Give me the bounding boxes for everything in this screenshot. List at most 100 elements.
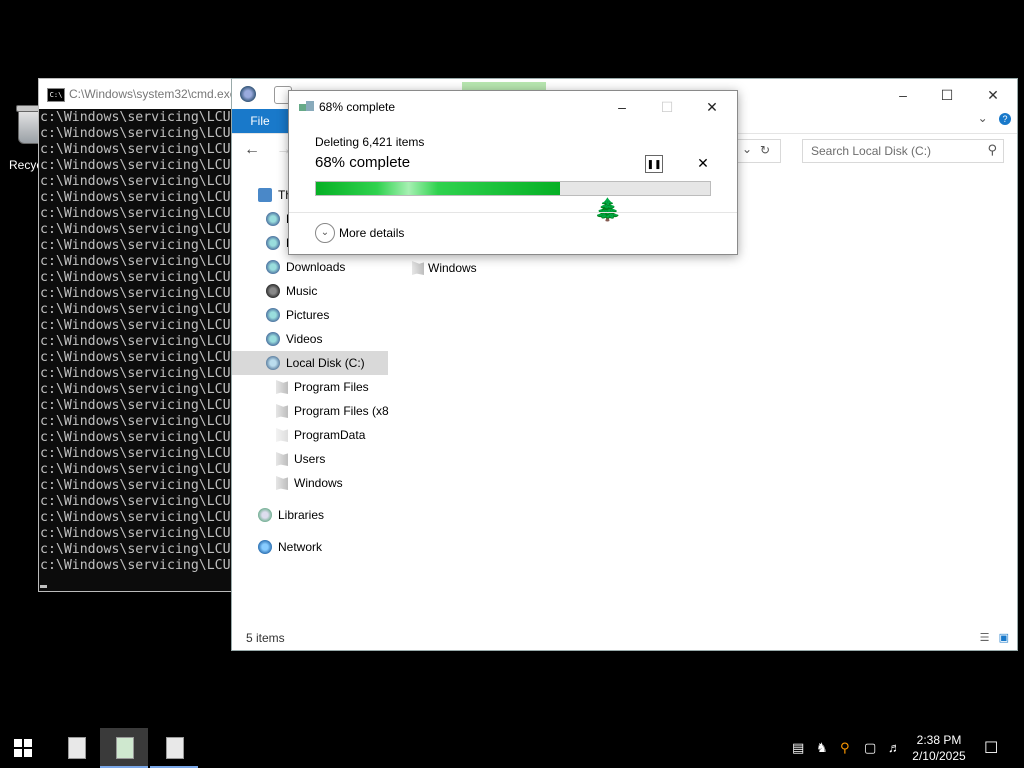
pause-button[interactable]: ❚❚ (645, 155, 663, 173)
cmd-output: c:\Windows\servicing\LCU c:\Windows\servi… (40, 110, 240, 574)
cmd-line: c:\Windows\servicing\LCU (40, 238, 231, 253)
cmd-line: c:\Windows\servicing\LCU (40, 526, 231, 541)
cmd-line: c:\Windows\servicing\LCU (40, 366, 231, 381)
cmd-cursor (40, 585, 47, 588)
cmd-window[interactable]: C:\ C:\Windows\system32\cmd.exe c:\Windo… (38, 78, 250, 592)
dialog-title: 68% complete (319, 100, 396, 114)
notification-icon[interactable]: ☐ (984, 738, 998, 758)
cmd-icon: C:\ (47, 88, 65, 102)
search-placeholder: Search Local Disk (C:) (811, 144, 932, 158)
cmd-line: c:\Windows\servicing\LCU (40, 286, 231, 301)
clock[interactable]: 2:38 PM 2/10/2025 (904, 732, 974, 764)
cmd-line: c:\Windows\servicing\LCU (40, 494, 231, 509)
large-icons-view-icon[interactable]: ▣ (999, 632, 1009, 644)
tree-item-windows[interactable]: Windows (232, 471, 388, 495)
cmd-title: C:\Windows\system32\cmd.exe (69, 87, 237, 101)
document-icon (68, 737, 86, 759)
cmd-line: c:\Windows\servicing\LCU (40, 270, 231, 285)
cmd-line: c:\Windows\servicing\LCU (40, 158, 231, 173)
taskbar-app-3[interactable] (150, 728, 198, 768)
taskbar-app-1[interactable] (52, 728, 100, 768)
cmd-line: c:\Windows\servicing\LCU (40, 462, 231, 477)
users-icon[interactable]: ♞ (816, 740, 828, 756)
dialog-minimize-button[interactable]: – (602, 96, 642, 118)
tree-label: Local Disk (C:) (286, 356, 365, 370)
tree-item-users[interactable]: Users (232, 447, 388, 471)
refresh-icon[interactable]: ↻ (760, 143, 770, 157)
document-icon (166, 737, 184, 759)
cmd-line: c:\Windows\servicing\LCU (40, 206, 231, 221)
search-tray-icon[interactable]: ⚲ (840, 740, 850, 756)
windows-start-icon[interactable] (14, 739, 32, 757)
cmd-line: c:\Windows\servicing\LCU (40, 110, 231, 125)
details-view-icon[interactable]: ☰ (980, 632, 990, 644)
cmd-line: c:\Windows\servicing\LCU (40, 318, 231, 333)
status-item-count: 5 items (246, 631, 285, 645)
close-button[interactable]: ✕ (970, 85, 1016, 105)
tree-item-program-files-x86[interactable]: Program Files (x86 (232, 399, 389, 423)
cmd-line: c:\Windows\servicing\LCU (40, 446, 231, 461)
folder-icon (276, 404, 288, 418)
clock-time: 2:38 PM (916, 733, 962, 747)
back-arrow-icon[interactable]: ← (244, 141, 260, 159)
cmd-line: c:\Windows\servicing\LCU (40, 510, 231, 525)
folder-icon (412, 261, 424, 275)
address-bar-end[interactable]: ↻ ⌄ (732, 139, 781, 163)
tree-label: ProgramData (294, 428, 366, 442)
operation-text: Deleting 6,421 items (315, 135, 425, 149)
divider (289, 212, 737, 213)
view-buttons: ☰ ▣ (980, 631, 1009, 644)
properties-icon[interactable] (240, 86, 256, 102)
chevron-down-icon[interactable]: ⌄ (742, 142, 752, 156)
cancel-button[interactable]: ✕ (695, 155, 711, 171)
folder-icon (276, 452, 288, 466)
cmd-line: c:\Windows\servicing\LCU (40, 190, 231, 205)
tree-label: Program Files (294, 380, 369, 394)
security-icon[interactable]: ▤ (792, 740, 804, 756)
search-box[interactable]: Search Local Disk (C:) ⚲ (802, 139, 1004, 163)
cmd-line: c:\Windows\servicing\LCU (40, 142, 231, 157)
cmd-titlebar[interactable]: C:\ C:\Windows\system32\cmd.exe (39, 79, 249, 109)
dialog-maximize-button: ☐ (660, 99, 674, 115)
tree-label: Libraries (278, 508, 325, 522)
progress-fill (316, 182, 561, 195)
pictures-icon (266, 308, 280, 322)
percent-complete: 68% complete (315, 154, 411, 171)
drive-icon (266, 356, 280, 370)
tree-item-local-disk[interactable]: Local Disk (C:) (232, 351, 388, 375)
tree-label: Downloads (286, 260, 346, 274)
tree-item-network[interactable]: Network (232, 535, 388, 559)
help-icon[interactable]: ? (999, 113, 1011, 125)
network-tray-icon[interactable]: ▢ (864, 740, 876, 756)
volume-muted-icon[interactable]: ♬ (888, 740, 901, 755)
tree-item-music[interactable]: Music (232, 279, 388, 303)
dialog-close-button[interactable]: ✕ (692, 96, 732, 118)
computer-icon (258, 188, 272, 202)
ribbon-controls: ⌄ ? (978, 111, 1011, 125)
expand-ribbon-icon[interactable]: ⌄ (978, 111, 988, 125)
music-icon (266, 284, 280, 298)
tree-item-programdata[interactable]: ProgramData (232, 423, 388, 447)
file-tab[interactable]: File (232, 109, 288, 133)
tree-item-libraries[interactable]: Libraries (232, 503, 388, 527)
maximize-button[interactable]: ☐ (924, 85, 970, 105)
tree-item-downloads[interactable]: Downloads (232, 255, 388, 279)
network-icon (258, 540, 272, 554)
tree-item-pictures[interactable]: Pictures (232, 303, 388, 327)
delete-icon (299, 101, 315, 113)
folder-icon (276, 380, 288, 394)
minimize-button[interactable]: – (880, 85, 926, 105)
cmd-line: c:\Windows\servicing\LCU (40, 382, 231, 397)
tree-item-videos[interactable]: Videos (232, 327, 388, 351)
tree-label: Network (278, 540, 323, 554)
tree-label: Videos (286, 332, 323, 346)
cmd-line: c:\Windows\servicing\LCU (40, 254, 231, 269)
documents-icon (266, 236, 280, 250)
cmd-line: c:\Windows\servicing\LCU (40, 302, 231, 317)
delete-progress-dialog[interactable]: 68% complete – ☐ ✕ Deleting 6,421 items … (288, 90, 738, 255)
taskbar-app-2[interactable] (100, 728, 148, 768)
cmd-line: c:\Windows\servicing\LCU (40, 126, 231, 141)
tree-item-program-files[interactable]: Program Files (232, 375, 388, 399)
search-icon: ⚲ (987, 142, 997, 157)
more-details-label: More details (339, 226, 405, 240)
